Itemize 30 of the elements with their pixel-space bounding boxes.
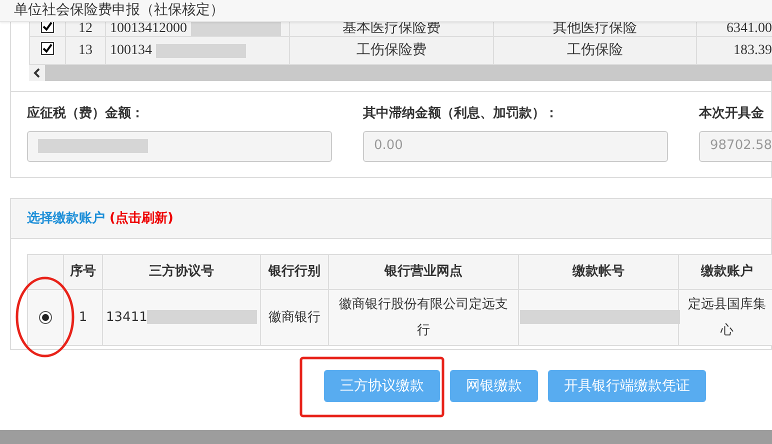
column-header: 三方协议号 [102,254,260,290]
field-label: 本次开具金 [699,105,765,123]
pay-button[interactable]: 开具银行端缴款凭证 [548,370,706,402]
pay-button[interactable]: 网银缴款 [450,370,538,402]
table-cell: 13411 [106,310,148,324]
column-header: 缴款账户 [678,254,772,290]
column-header: 缴款帐号 [518,254,678,290]
dialog-title: 单位社会保险费申报（社保核定） [0,0,772,22]
horizontal-scrollbar[interactable] [29,65,772,81]
field-label: 其中滞纳金额（利息、加罚款）： [363,104,559,123]
refresh-link[interactable]: (点击刷新) [110,211,174,226]
table-cell: 徽商银行股份有限公司定远支行 [328,290,518,346]
table-cell-text: 定远县国库集 [687,296,767,314]
table-cell-text: 心 [719,322,734,340]
field-label: 应征税（费）金额： [27,104,145,123]
column-header: 银行营业网点 [328,254,518,290]
amount-field[interactable] [27,130,332,162]
panel-title: 选择缴款账户 [27,211,105,226]
field-value: 0.00 [374,137,403,156]
table-cell: 100134 [110,43,152,58]
field-value: 98702.58 [710,137,772,156]
amount-field[interactable]: 98702.58 [699,130,772,162]
radio-button[interactable] [39,310,52,324]
table-cell: 徽商银行 [260,290,328,346]
checkbox[interactable] [41,42,54,55]
pay-button[interactable]: 三方协议缴款 [324,370,440,402]
table-cell: 10013412000 [110,21,187,36]
amount-field[interactable]: 0.00 [363,130,668,162]
column-header: 序号 [64,254,102,290]
column-header: 银行行别 [260,254,328,290]
